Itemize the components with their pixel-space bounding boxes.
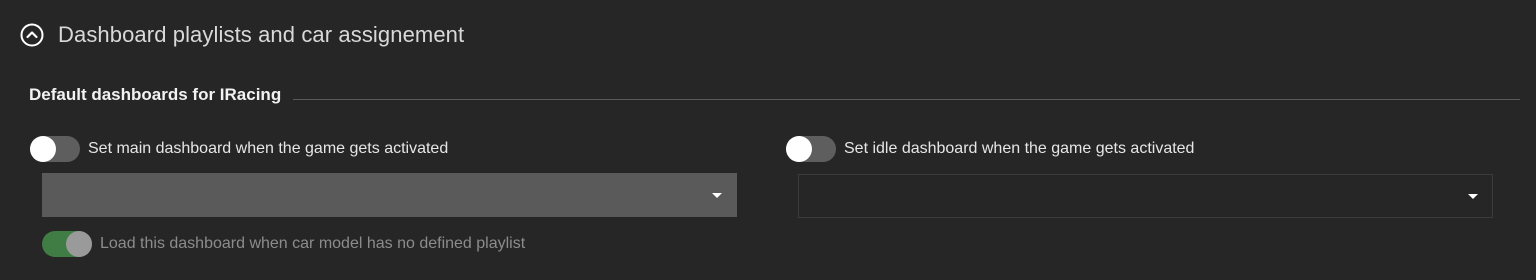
idle-dashboard-select[interactable] <box>798 174 1493 218</box>
main-dashboard-toggle-label: Set main dashboard when the game gets ac… <box>88 140 449 157</box>
chevron-up-circle-icon[interactable] <box>20 23 44 47</box>
section-title: Dashboard playlists and car assignement <box>58 22 465 47</box>
idle-dashboard-toggle-label: Set idle dashboard when the game gets ac… <box>844 140 1195 157</box>
chevron-down-icon <box>712 193 722 198</box>
idle-dashboard-toggle-row: Set idle dashboard when the game gets ac… <box>786 135 1194 163</box>
main-dashboard-select[interactable] <box>42 173 737 217</box>
group-divider <box>293 98 1520 100</box>
fallback-playlist-label: Load this dashboard when car model has n… <box>100 235 526 252</box>
dashboard-settings-panel: Dashboard playlists and car assignement … <box>0 0 1536 280</box>
group-header: Default dashboards for IRacing <box>29 83 1520 107</box>
fallback-toggle-row: Load this dashboard when car model has n… <box>42 230 525 258</box>
section-header[interactable]: Dashboard playlists and car assignement <box>20 20 464 50</box>
main-dashboard-toggle[interactable] <box>30 136 80 162</box>
toggle-knob <box>786 136 812 162</box>
main-dashboard-toggle-row: Set main dashboard when the game gets ac… <box>30 135 448 163</box>
toggle-knob <box>30 136 56 162</box>
fallback-playlist-toggle[interactable] <box>42 231 92 257</box>
group-title: Default dashboards for IRacing <box>29 85 282 104</box>
toggle-knob <box>66 231 92 257</box>
chevron-down-icon <box>1468 194 1478 199</box>
idle-dashboard-toggle[interactable] <box>786 136 836 162</box>
